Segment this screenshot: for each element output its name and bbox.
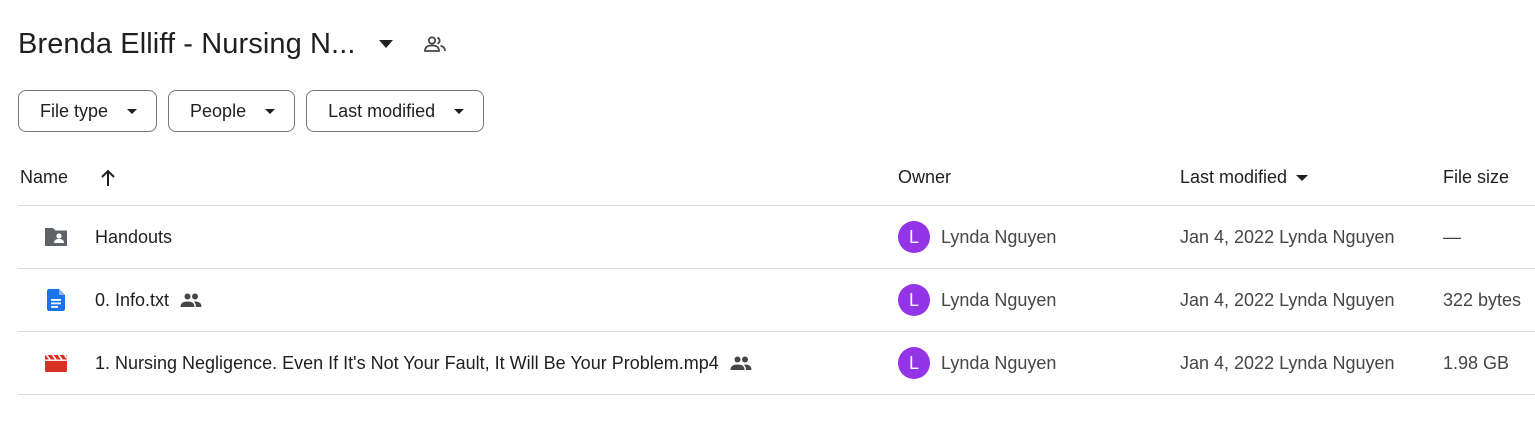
arrow-upward-icon[interactable] [98,168,118,188]
text-document-icon [42,286,70,314]
last-modified-value: Jan 4, 2022 Lynda Nguyen [1180,289,1395,310]
name-cell: Handouts [20,206,172,268]
column-header-owner[interactable]: Owner [898,150,951,205]
modified-cell: Jan 4, 2022 Lynda Nguyen [1180,332,1395,394]
file-size-value: 322 bytes [1443,289,1522,310]
filter-last-modified[interactable]: Last modified [306,90,485,132]
filter-label: Last modified [328,100,436,121]
owner-name: Lynda Nguyen [941,226,1057,247]
file-size-value: — [1443,226,1461,247]
size-cell: 1.98 GB [1443,332,1509,394]
chevron-down-icon [264,105,276,117]
filter-bar: File type People Last modified [18,90,485,132]
folder-title[interactable]: Brenda Elliff - Nursing N... [18,28,356,61]
people-icon [730,352,752,374]
avatar: L [898,347,930,379]
column-header-file-size[interactable]: File size [1443,150,1509,205]
owner-cell: L Lynda Nguyen [898,206,1056,268]
people-icon [180,289,202,311]
people-outline-icon[interactable] [422,31,448,57]
size-cell: — [1443,206,1461,268]
filter-file-type[interactable]: File type [18,90,158,132]
shared-folder-icon [42,223,70,251]
file-table: Name Owner Last modified File size Hando… [18,150,1535,395]
owner-cell: L Lynda Nguyen [898,332,1056,394]
file-name[interactable]: Handouts [95,227,172,248]
video-file-icon [42,349,70,377]
file-name[interactable]: 1. Nursing Negligence. Even If It's Not … [95,353,719,374]
table-row[interactable]: 1. Nursing Negligence. Even If It's Not … [18,332,1535,395]
table-row[interactable]: Handouts L Lynda Nguyen Jan 4, 2022 Lynd… [18,206,1535,269]
owner-cell: L Lynda Nguyen [898,269,1056,331]
file-size-value: 1.98 GB [1443,352,1510,373]
size-cell: 322 bytes [1443,269,1521,331]
filter-label: People [190,100,247,121]
column-header-name[interactable]: Name [20,150,118,205]
last-modified-value: Jan 4, 2022 Lynda Nguyen [1180,352,1395,373]
last-modified-value: Jan 4, 2022 Lynda Nguyen [1180,226,1395,247]
column-label: Name [20,167,69,187]
filter-people[interactable]: People [168,90,296,132]
chevron-down-icon [126,105,138,117]
arrow-drop-down-icon [1295,171,1309,185]
name-cell: 0. Info.txt [20,269,202,331]
avatar: L [898,284,930,316]
column-label: Last modified [1180,167,1288,187]
file-name[interactable]: 0. Info.txt [95,290,169,311]
table-row[interactable]: 0. Info.txt L Lynda Nguyen Jan 4, 2022 L… [18,269,1535,332]
owner-name: Lynda Nguyen [941,352,1057,373]
owner-name: Lynda Nguyen [941,289,1057,310]
modified-cell: Jan 4, 2022 Lynda Nguyen [1180,269,1395,331]
arrow-drop-down-icon[interactable] [374,32,398,56]
column-header-last-modified[interactable]: Last modified [1180,150,1309,205]
avatar: L [898,221,930,253]
modified-cell: Jan 4, 2022 Lynda Nguyen [1180,206,1395,268]
table-header-row: Name Owner Last modified File size [18,150,1535,206]
filter-label: File type [40,100,109,121]
column-label: Owner [898,167,952,187]
chevron-down-icon [453,105,465,117]
column-label: File size [1443,167,1510,187]
name-cell: 1. Nursing Negligence. Even If It's Not … [20,332,752,394]
folder-header: Brenda Elliff - Nursing N... [18,22,448,66]
